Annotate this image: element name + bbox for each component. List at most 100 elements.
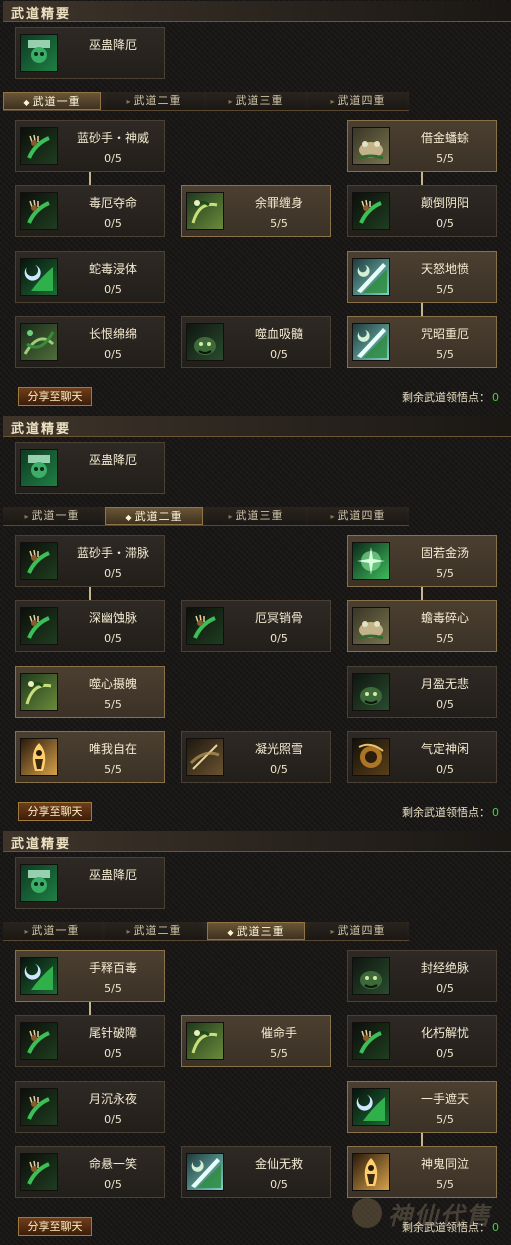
skill-card[interactable]: 天怒地愤 5/5 [347,251,497,303]
skill-level: 0/5 [270,348,288,361]
skill-card[interactable]: 颠倒阴阳 0/5 [347,185,497,237]
tab-label: 武道三重 [235,94,284,107]
tab-3[interactable]: ◆ 武道三重 [207,922,305,940]
tab-1[interactable]: ◆ 武道一重 [3,92,101,110]
tab-marker-icon: ◆ [227,928,235,937]
skill-card[interactable]: 一手遮天 5/5 [347,1081,497,1133]
remaining-points: 剩余武道领悟点： 0 [402,804,499,820]
tab-1[interactable]: ▸ 武道一重 [3,507,101,525]
tab-bar: ▸ 武道一重 ▸ 武道二重 ◆ 武道三重 ▸ 武道四重 [3,922,409,941]
toad-icon [352,127,390,165]
tab-4[interactable]: ▸ 武道四重 [309,507,407,525]
skill-name: 噬血吸髓 [254,327,303,341]
skill-level: 5/5 [436,567,454,580]
skill-card[interactable]: 咒昭重厄 5/5 [347,316,497,368]
skill-level: 0/5 [436,982,454,995]
skill-name: 凝光照雪 [254,742,303,756]
skill-card[interactable]: 蟾毒碎心 5/5 [347,600,497,652]
jade-skull-icon [20,449,58,487]
skill-name: 深幽蚀脉 [88,611,137,625]
skill-name: 金仙无救 [254,1157,303,1171]
skill-level: 0/5 [104,567,122,580]
skill-card[interactable]: 蓝砂手・滞脉 0/5 [15,535,165,587]
tab-marker-icon: ▸ [330,97,336,106]
spirit-orb-icon [352,738,390,776]
tab-1[interactable]: ▸ 武道一重 [3,922,101,940]
skill-card[interactable]: 长恨绵绵 0/5 [15,316,165,368]
remaining-points: 剩余武道领悟点： 0 [402,1219,499,1235]
share-to-chat-button[interactable]: 分享至聊天 [18,387,92,406]
skill-card[interactable]: 气定神闲 0/5 [347,731,497,783]
skill-card[interactable]: 尾针破障 0/5 [15,1015,165,1067]
skill-level: 5/5 [436,283,454,296]
featured-skill-card[interactable]: 巫蛊降厄 [15,857,165,909]
sword-aura-icon [186,738,224,776]
skill-card[interactable]: 月沉永夜 0/5 [15,1081,165,1133]
skill-name: 蓝砂手・滞脉 [76,546,149,560]
skill-card[interactable]: 神鬼同泣 5/5 [347,1146,497,1198]
skill-card[interactable]: 金仙无救 0/5 [181,1146,331,1198]
moon-blade-icon [20,957,58,995]
tab-label: 武道一重 [31,924,80,937]
section-title: 武道精要 [11,7,72,22]
skill-card[interactable]: 噬心摄魄 5/5 [15,666,165,718]
demon-face-icon [352,957,390,995]
tab-2[interactable]: ◆ 武道二重 [105,507,203,525]
connector-line [89,587,91,600]
skill-name: 气定神闲 [420,742,469,756]
skill-name: 神鬼同泣 [420,1157,469,1171]
skill-card[interactable]: 厄冥销骨 0/5 [181,600,331,652]
skill-name: 蛇毒浸体 [88,262,137,276]
skill-card[interactable]: 深幽蚀脉 0/5 [15,600,165,652]
skill-card[interactable]: 唯我自在 5/5 [15,731,165,783]
toad-icon [352,607,390,645]
remaining-points-label: 剩余武道领悟点： [402,806,490,819]
skill-card[interactable]: 余罪缠身 5/5 [181,185,331,237]
lightning-blade-icon [352,258,390,296]
skill-card[interactable]: 固若金汤 5/5 [347,535,497,587]
skill-level: 5/5 [104,982,122,995]
skill-level: 0/5 [104,1178,122,1191]
featured-skill-card[interactable]: 巫蛊降厄 [15,27,165,79]
skill-card[interactable]: 催命手 5/5 [181,1015,331,1067]
tab-bar: ◆ 武道一重 ▸ 武道二重 ▸ 武道三重 ▸ 武道四重 [3,92,409,111]
skill-card[interactable]: 噬血吸髓 0/5 [181,316,331,368]
connector-line [421,172,423,185]
skill-level: 0/5 [270,632,288,645]
skill-card[interactable]: 蓝砂手・神威 0/5 [15,120,165,172]
tab-3[interactable]: ▸ 武道三重 [207,507,305,525]
tab-label: 武道一重 [31,509,80,522]
connector-line [421,1133,423,1146]
skill-level: 5/5 [436,1178,454,1191]
skill-card[interactable]: 凝光照雪 0/5 [181,731,331,783]
moon-blade-icon [352,1088,390,1126]
tab-2[interactable]: ▸ 武道二重 [105,92,203,110]
tab-3[interactable]: ▸ 武道三重 [207,92,305,110]
tab-marker-icon: ▸ [330,512,336,521]
jade-skull-icon [20,864,58,902]
skill-card[interactable]: 月盈无悲 0/5 [347,666,497,718]
skill-card[interactable]: 封经绝脉 0/5 [347,950,497,1002]
skill-level: 0/5 [436,217,454,230]
skill-level: 0/5 [104,1113,122,1126]
skill-card[interactable]: 命悬一笑 0/5 [15,1146,165,1198]
skill-level: 0/5 [436,763,454,776]
featured-skill-card[interactable]: 巫蛊降厄 [15,442,165,494]
share-to-chat-button[interactable]: 分享至聊天 [18,802,92,821]
skill-level: 5/5 [270,1047,288,1060]
skill-name: 余罪缠身 [254,196,303,210]
skill-name: 固若金汤 [420,546,469,560]
tab-4[interactable]: ▸ 武道四重 [309,92,407,110]
skill-name: 一手遮天 [420,1092,469,1106]
skill-card[interactable]: 蛇毒浸体 0/5 [15,251,165,303]
tab-4[interactable]: ▸ 武道四重 [309,922,407,940]
share-to-chat-button[interactable]: 分享至聊天 [18,1217,92,1236]
tab-2[interactable]: ▸ 武道二重 [105,922,203,940]
skill-card[interactable]: 毒厄夺命 0/5 [15,185,165,237]
skill-level: 0/5 [270,763,288,776]
skill-card[interactable]: 化朽解忧 0/5 [347,1015,497,1067]
skill-card[interactable]: 借金蟠蜍 5/5 [347,120,497,172]
skill-card[interactable]: 手释百毒 5/5 [15,950,165,1002]
claw-hand-icon [20,192,58,230]
claw-hand-icon [20,1153,58,1191]
